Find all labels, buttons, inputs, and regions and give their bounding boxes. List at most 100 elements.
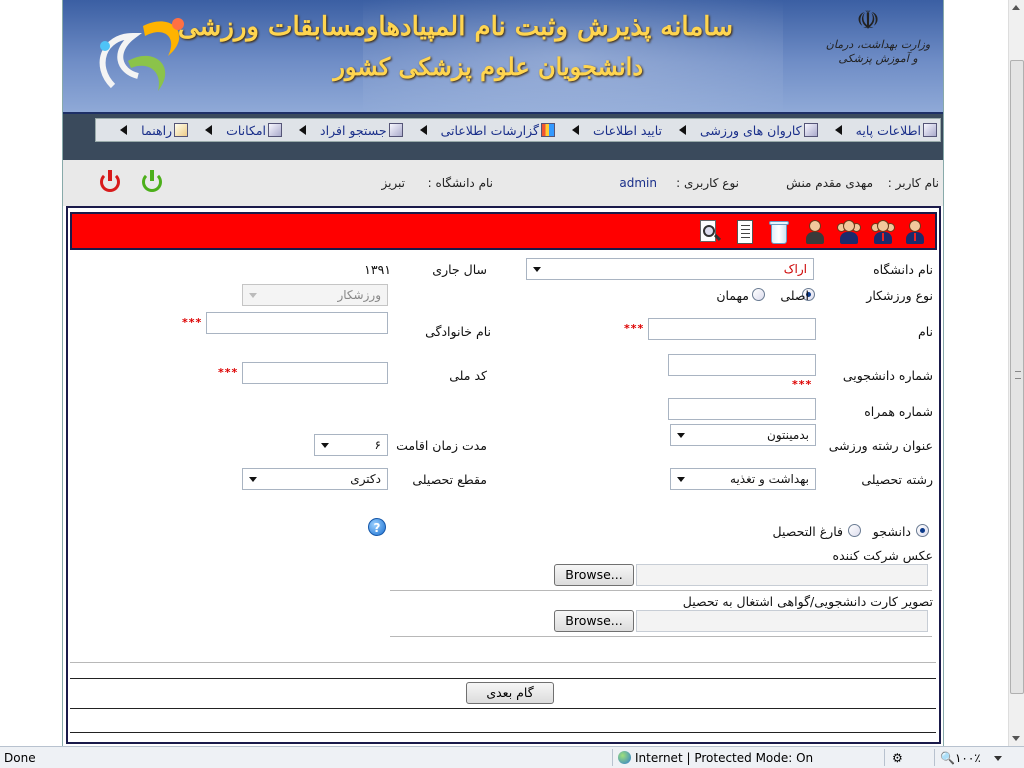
zoom-level[interactable]: 🔍۱۰۰٪ [940, 751, 981, 765]
required-mark: *** [792, 378, 813, 391]
menu-item-label: تایید اطلاعات [593, 122, 663, 138]
people-group-icon[interactable] [837, 219, 861, 245]
scroll-thumb[interactable] [1010, 60, 1024, 694]
document-list-icon[interactable] [733, 219, 757, 245]
grade-select[interactable]: دکتری [242, 468, 388, 490]
national-code-label: کد ملی [449, 368, 487, 383]
banner-title-line2: دانشجویان علوم پزشکی کشور [333, 52, 643, 81]
status-graduated-radio[interactable] [848, 524, 861, 537]
photo-label: عکس شرکت کننده [832, 548, 933, 563]
next-step-button[interactable]: گام بعدی [466, 682, 554, 704]
action-toolbar [70, 212, 937, 250]
athlete-role-select: ورزشکار [242, 284, 388, 306]
sport-label: عنوان رشته ورزشی [828, 438, 933, 453]
menu-item-help[interactable]: راهنما [106, 119, 191, 141]
magnifier-document-icon[interactable] [697, 219, 722, 245]
stay-duration-select[interactable]: ۶ [314, 434, 388, 456]
single-person-icon[interactable] [903, 219, 927, 245]
athlete-type-guest-label: مهمان [716, 288, 749, 303]
university-value: تبریز [381, 176, 405, 190]
menu-arrow-icon [120, 125, 128, 135]
stay-duration-label: مدت زمان اقامت [396, 438, 487, 453]
chevron-down-icon [677, 477, 685, 482]
logout-icon[interactable] [97, 170, 123, 192]
photo-file-field[interactable] [636, 564, 928, 586]
menu-arrow-icon [419, 125, 427, 135]
menu-item-label: امکانات [226, 122, 267, 138]
menu-arrow-icon [205, 125, 213, 135]
menu-item-caravans[interactable]: کاروان های ورزشی [665, 119, 821, 141]
chevron-down-icon [249, 293, 257, 298]
user-info-bar: نام کاربر : مهدی مقدم منش نوع کاربری : a… [63, 160, 943, 206]
athlete-type-main-label: اصلی [780, 288, 809, 303]
menu-arrow-icon [679, 125, 687, 135]
usertype-value: admin [619, 176, 657, 190]
iran-emblem-icon: ☫ [856, 6, 880, 36]
university-field-label: نام دانشگاه [873, 262, 933, 277]
status-graduated-label: فارغ التحصیل [772, 524, 843, 539]
security-zone: Internet | Protected Mode: On [618, 751, 813, 765]
help-question-icon[interactable]: ? [368, 518, 386, 536]
menu-item-basic-info[interactable]: اطلاعات پایه [821, 119, 940, 141]
chevron-down-icon [321, 443, 329, 448]
student-number-label: شماره دانشجویی [842, 368, 933, 383]
single-person-icon[interactable] [803, 219, 827, 245]
student-card-browse-button[interactable]: Browse... [554, 610, 634, 632]
username-label: نام کاربر : [887, 176, 939, 190]
athlete-type-label: نوع ورزشکار [866, 288, 933, 303]
field-of-study-select[interactable]: بهداشت و تغذیه [670, 468, 816, 490]
menu-arrow-icon [834, 125, 842, 135]
name-input[interactable] [648, 318, 816, 340]
ministry-name: وزارت بهداشت، درمان و آموزش پزشکی [825, 38, 931, 65]
university-select[interactable]: اراک [526, 258, 814, 280]
browser-viewport: سامانه پذیرش وثبت نام المپیادهاومسابقات … [0, 0, 1008, 746]
page-frame: سامانه پذیرش وثبت نام المپیادهاومسابقات … [62, 0, 944, 746]
national-code-input[interactable] [242, 362, 388, 384]
name-label: نام [917, 324, 933, 339]
vertical-scrollbar[interactable] [1008, 0, 1024, 746]
people-group-icon[interactable] [871, 219, 895, 245]
zoom-icon: 🔍 [940, 751, 955, 765]
photo-browse-button[interactable]: Browse... [554, 564, 634, 586]
chevron-down-icon [677, 433, 685, 438]
mobile-input[interactable] [668, 398, 816, 420]
chevron-down-icon [249, 477, 257, 482]
status-text: Done [4, 751, 36, 765]
family-label: نام خانوادگی [425, 324, 491, 339]
username-value: مهدی مقدم منش [786, 176, 873, 190]
recycle-bin-icon[interactable] [767, 219, 791, 245]
protected-mode-icon[interactable]: ⚙ [892, 751, 903, 765]
scroll-down-icon[interactable] [1012, 736, 1020, 741]
athlete-type-guest-radio[interactable] [752, 288, 765, 301]
family-input[interactable] [206, 312, 388, 334]
menu-item-search-people[interactable]: جستجو افراد [285, 119, 406, 141]
menu-arrow-icon [299, 125, 307, 135]
required-mark: *** [624, 322, 645, 335]
bar-chart-icon [541, 123, 556, 137]
status-student-label: دانشجو [872, 524, 911, 539]
scroll-up-icon[interactable] [1012, 5, 1020, 10]
menu-item-label: گزارشات اطلاعاتی [440, 122, 540, 138]
usertype-label: نوع کاربری : [676, 176, 739, 190]
required-mark: *** [182, 316, 203, 329]
student-number-input[interactable] [668, 354, 816, 376]
sport-select[interactable]: بدمینتون [670, 424, 816, 446]
main-menu-bar: اطلاعات پایه کاروان های ورزشی تایید اطلا… [63, 114, 943, 160]
menu-row: اطلاعات پایه کاروان های ورزشی تایید اطلا… [95, 118, 941, 142]
menu-item-label: کاروان های ورزشی [700, 122, 802, 138]
chevron-down-icon [533, 267, 541, 272]
student-card-label: تصویر کارت دانشجویی/گواهی اشتغال به تحصی… [682, 594, 933, 609]
header-banner: سامانه پذیرش وثبت نام المپیادهاومسابقات … [63, 0, 943, 114]
status-student-radio[interactable] [916, 524, 929, 537]
menu-item-reports[interactable]: گزارشات اطلاعاتی [406, 119, 558, 141]
globe-icon [618, 751, 631, 764]
menu-item-tools[interactable]: امکانات [191, 119, 285, 141]
menu-item-label: راهنما [141, 122, 173, 138]
menu-item-confirm[interactable]: تایید اطلاعات [558, 119, 665, 141]
power-on-icon[interactable] [139, 170, 165, 192]
banner-title-line1: سامانه پذیرش وثبت نام المپیادهاومسابقات … [177, 12, 733, 42]
tools-icon [268, 123, 283, 137]
student-card-file-field[interactable] [636, 610, 928, 632]
chevron-down-icon[interactable] [994, 756, 1002, 761]
browser-status-bar: Done Internet | Protected Mode: On ⚙ 🔍۱۰… [0, 746, 1024, 768]
